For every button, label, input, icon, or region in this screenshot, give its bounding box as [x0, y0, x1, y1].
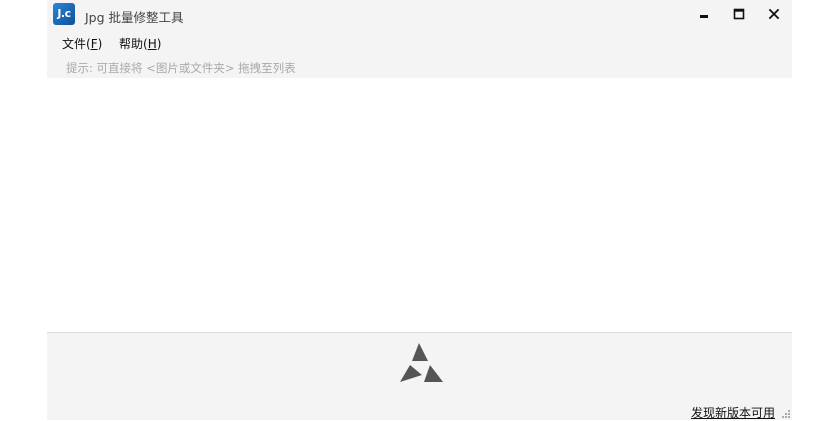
drop-hint-text: 提示: 可直接将 <图片或文件夹> 拖拽至列表 [66, 61, 296, 75]
title-bar[interactable]: J.c Jpg 批量修整工具 [47, 0, 792, 30]
close-button[interactable] [761, 3, 787, 25]
footer-panel: 发现新版本可用 [47, 333, 792, 420]
menu-bar: 文件(F) 帮助(H) [47, 33, 792, 53]
menu-file-close: ) [97, 37, 103, 51]
minimize-button[interactable] [691, 3, 717, 25]
file-drop-list[interactable] [47, 78, 792, 333]
menu-file-label: 文件( [62, 37, 91, 51]
minimize-icon [700, 15, 708, 18]
maximize-button[interactable] [726, 3, 752, 25]
menu-help[interactable]: 帮助(H) [119, 35, 161, 52]
menu-help-label: 帮助( [119, 37, 148, 51]
resize-grip-icon[interactable] [781, 409, 791, 419]
window-title: Jpg 批量修整工具 [85, 10, 184, 25]
app-window: J.c Jpg 批量修整工具 文件(F) 帮助(H) 提示: 可直接将 <图片或… [47, 0, 792, 420]
maximize-icon [733, 8, 745, 20]
close-icon [768, 8, 780, 20]
menu-help-accel: H [147, 37, 157, 51]
menu-help-close: ) [156, 37, 162, 51]
menu-file[interactable]: 文件(F) [62, 35, 102, 52]
app-logo-icon: J.c [53, 3, 75, 25]
new-version-link[interactable]: 发现新版本可用 [691, 404, 775, 421]
menu-file-accel: F [90, 37, 98, 51]
triangle-logo-icon [400, 343, 443, 382]
